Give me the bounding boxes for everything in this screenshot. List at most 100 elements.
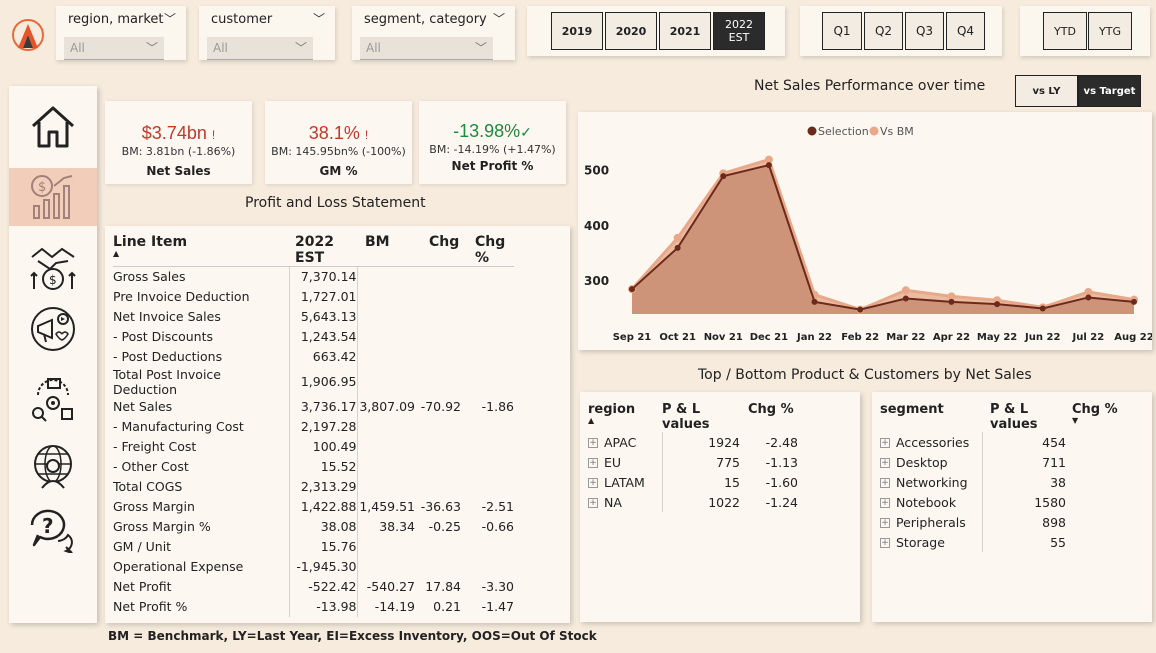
slicer-label: segment, category — [364, 12, 487, 27]
quarter-button-q1[interactable]: Q1 — [822, 12, 862, 50]
expand-icon[interactable]: + — [588, 498, 598, 508]
table-cell — [415, 557, 461, 577]
expand-icon[interactable]: + — [880, 438, 890, 448]
table-cell: -1,945.30 — [289, 556, 358, 577]
slicer-customer[interactable]: customer ﹀ All ﹀ — [199, 6, 335, 60]
nav-finance[interactable]: $ — [9, 168, 97, 226]
slicer-dropdown[interactable]: All ﹀ — [64, 37, 164, 60]
quarter-button-q3[interactable]: Q3 — [905, 12, 944, 50]
table-row[interactable]: + LATAM 15 -1.60 — [588, 472, 798, 492]
slicer-value: All — [213, 41, 228, 55]
table-row[interactable]: Gross Sales 7,370.14 — [113, 266, 514, 287]
segment-label: Storage — [896, 534, 945, 550]
col-chg-pct[interactable]: Chg % — [748, 400, 798, 432]
nav-marketing[interactable] — [9, 300, 97, 358]
chevron-down-icon[interactable]: ﹀ — [493, 10, 505, 27]
table-row[interactable]: + NA 1022 -1.24 — [588, 492, 798, 512]
year-button-2020[interactable]: 2020 — [605, 12, 657, 50]
table-row[interactable]: - Manufacturing Cost 2,197.28 — [113, 416, 514, 437]
col-chg[interactable]: Chg — [415, 232, 461, 267]
nav-help[interactable]: ? — [9, 500, 97, 558]
slicer-segment-category[interactable]: segment, category ﹀ All ﹀ — [352, 6, 515, 60]
expand-icon[interactable]: + — [880, 458, 890, 468]
table-row[interactable]: - Freight Cost 100.49 — [113, 436, 514, 457]
chevron-down-icon[interactable]: ﹀ — [313, 10, 325, 27]
ytg-button[interactable]: YTG — [1088, 12, 1132, 50]
table-row[interactable]: - Other Cost 15.52 — [113, 456, 514, 477]
expand-icon[interactable]: + — [880, 498, 890, 508]
table-cell: 1022 — [708, 494, 740, 510]
col-segment[interactable]: segment — [880, 400, 982, 432]
table-row[interactable]: Total COGS 2,313.29 — [113, 476, 514, 497]
table-row[interactable]: Net Profit -522.42 -540.27 17.84 -3.30 — [113, 576, 514, 597]
col-chg-pct[interactable]: Chg % ▼ — [1068, 400, 1118, 432]
year-button-2019[interactable]: 2019 — [551, 12, 603, 50]
col-region[interactable]: region ▲ — [588, 400, 662, 432]
table-row[interactable]: - Post Deductions 663.42 — [113, 346, 514, 367]
table-row[interactable]: - Post Discounts 1,243.54 — [113, 326, 514, 347]
col-chg-pct[interactable]: Chg % — [461, 232, 514, 267]
expand-icon[interactable]: + — [880, 478, 890, 488]
table-cell: 1924 — [708, 434, 740, 450]
table-cell — [357, 437, 415, 457]
legend-label: Vs BM — [880, 125, 914, 138]
expand-icon[interactable]: + — [880, 518, 890, 528]
table-row[interactable]: + APAC 1924 -2.48 — [588, 432, 798, 452]
warning-icon: ! — [364, 128, 369, 142]
table-row[interactable]: Net Invoice Sales 5,643.13 — [113, 306, 514, 327]
kpi-gm-percent[interactable]: 38.1% ! BM: 145.95bn% (-100%) GM % — [265, 101, 412, 184]
quarter-button-q4[interactable]: Q4 — [946, 12, 985, 50]
vs-target-toggle[interactable]: vs Target — [1078, 75, 1141, 107]
nav-supply-chain[interactable] — [9, 371, 97, 429]
table-row[interactable]: + EU 775 -1.13 — [588, 452, 798, 472]
nav-customer[interactable]: $ — [9, 240, 97, 298]
table-row[interactable]: Operational Expense -1,945.30 — [113, 556, 514, 577]
svg-text:$: $ — [38, 180, 46, 195]
nav-executive[interactable] — [9, 438, 97, 496]
slicer-dropdown[interactable]: All ﹀ — [207, 37, 313, 60]
table-row[interactable]: GM / Unit 15.76 — [113, 536, 514, 557]
table-cell — [357, 267, 415, 287]
data-point-selection — [1085, 294, 1092, 301]
nav-home[interactable] — [9, 98, 97, 156]
chevron-down-icon[interactable]: ﹀ — [164, 10, 176, 27]
col-bm[interactable]: BM — [357, 232, 415, 267]
ytd-button[interactable]: YTD — [1043, 12, 1087, 50]
table-row[interactable]: Net Sales 3,736.17 3,807.09 -70.92 -1.86 — [113, 396, 514, 417]
table-row[interactable]: + Notebook 1580 — [880, 492, 1118, 512]
expand-icon[interactable]: + — [880, 538, 890, 548]
table-cell — [1068, 512, 1118, 532]
col-2022-est[interactable]: 2022 EST — [289, 232, 357, 267]
expand-icon[interactable]: + — [588, 458, 598, 468]
table-cell: 1,727.01 — [289, 286, 358, 307]
col-pl-values[interactable]: P & L values — [982, 400, 1068, 432]
quarter-button-q2[interactable]: Q2 — [864, 12, 903, 50]
col-line-item[interactable]: Line Item ▲ — [113, 232, 289, 267]
expand-icon[interactable]: + — [588, 478, 598, 488]
table-row[interactable]: Gross Margin 1,422.88 1,459.51 -36.63 -2.51 — [113, 496, 514, 517]
table-row[interactable]: Total Post Invoice Deduction 1,906.95 — [113, 366, 514, 397]
vs-ly-toggle[interactable]: vs LY — [1015, 75, 1078, 107]
table-row[interactable]: + Networking 38 — [880, 472, 1118, 492]
table-row[interactable]: Pre Invoice Deduction 1,727.01 — [113, 286, 514, 307]
col-pl-values[interactable]: P & L values — [662, 400, 748, 432]
segment-label: Networking — [896, 474, 968, 490]
expand-icon[interactable]: + — [588, 438, 598, 448]
table-row[interactable]: + Peripherals 898 — [880, 512, 1118, 532]
table-row[interactable]: Gross Margin % 38.08 38.34 -0.25 -0.66 — [113, 516, 514, 537]
chart-title: Net Sales Performance over time — [754, 78, 986, 94]
table-row[interactable]: + Storage 55 — [880, 532, 1118, 552]
table-cell: -13.98 — [289, 596, 358, 617]
kpi-net-sales[interactable]: $3.74bn ! BM: 3.81bn (-1.86%) Net Sales — [105, 101, 252, 184]
table-row[interactable]: Net Profit % -13.98 -14.19 0.21 -1.47 — [113, 596, 514, 617]
slicer-dropdown[interactable]: All ﹀ — [360, 37, 493, 60]
table-row[interactable]: + Desktop 711 — [880, 452, 1118, 472]
slicer-region-market[interactable]: region, market ﹀ All ﹀ — [56, 6, 186, 60]
kpi-net-profit-percent[interactable]: -13.98%✓ BM: -14.19% (+1.47%) Net Profit… — [419, 101, 566, 184]
table-row[interactable]: + Accessories 454 — [880, 432, 1118, 452]
year-button-2022-est[interactable]: 2022 EST — [713, 12, 765, 50]
slicer-value: All — [70, 41, 85, 55]
table-cell: 454 — [1042, 434, 1066, 450]
year-button-2021[interactable]: 2021 — [659, 12, 711, 50]
chart-svg: Selection Vs BM 300 400 500 Sep 21 Oct 21 Nov 2… — [584, 125, 1154, 343]
